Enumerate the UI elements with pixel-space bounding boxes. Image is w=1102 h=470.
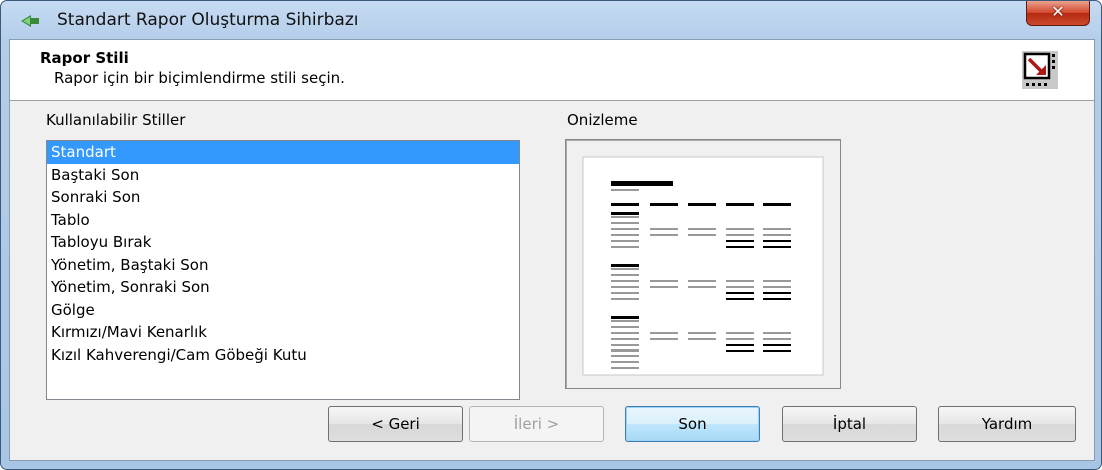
wizard-header: Rapor Stili Rapor için bir biçimlendirme… (10, 40, 1094, 101)
style-item[interactable]: Tabloyu Bırak (47, 231, 519, 254)
help-button[interactable]: Yardım (938, 406, 1076, 442)
style-item[interactable]: Sonraki Son (47, 186, 519, 209)
cancel-button[interactable]: İptal (782, 406, 917, 442)
style-item[interactable]: Yönetim, Baştaki Son (47, 254, 519, 277)
style-item[interactable]: Yönetim, Sonraki Son (47, 276, 519, 299)
back-button[interactable]: < Geri (328, 406, 463, 442)
title-bar[interactable]: Standart Rapor Oluşturma Sihirbazı ✕ (1, 1, 1101, 39)
style-item[interactable]: Kızıl Kahverengi/Cam Göbeği Kutu (47, 344, 519, 367)
report-style-icon (1022, 51, 1058, 89)
dialog-client: Rapor Stili Rapor için bir biçimlendirme… (9, 39, 1095, 461)
report-preview-image (582, 156, 824, 376)
style-item[interactable]: Standart (47, 141, 519, 164)
style-item[interactable]: Kırmızı/Mavi Kenarlık (47, 321, 519, 344)
wizard-arrow-icon (21, 15, 39, 27)
wizard-window: Standart Rapor Oluşturma Sihirbazı ✕ Rap… (0, 0, 1102, 470)
style-item[interactable]: Baştaki Son (47, 164, 519, 187)
style-preview (565, 139, 841, 389)
style-item[interactable]: Tablo (47, 209, 519, 232)
finish-button[interactable]: Son (625, 406, 760, 442)
close-button[interactable]: ✕ (1026, 1, 1090, 26)
window-title: Standart Rapor Oluşturma Sihirbazı (57, 10, 359, 30)
next-button[interactable]: İleri > (469, 406, 604, 442)
styles-listbox[interactable]: Standart Baştaki Son Sonraki Son Tablo T… (46, 140, 520, 400)
style-item[interactable]: Gölge (47, 299, 519, 322)
step-subtitle: Rapor için bir biçimlendirme stili seçin… (54, 69, 345, 87)
close-icon: ✕ (1051, 2, 1065, 21)
styles-label: Kullanılabilir Stiller (46, 111, 186, 129)
step-title: Rapor Stili (40, 49, 129, 67)
preview-label: Onizleme (567, 111, 638, 129)
